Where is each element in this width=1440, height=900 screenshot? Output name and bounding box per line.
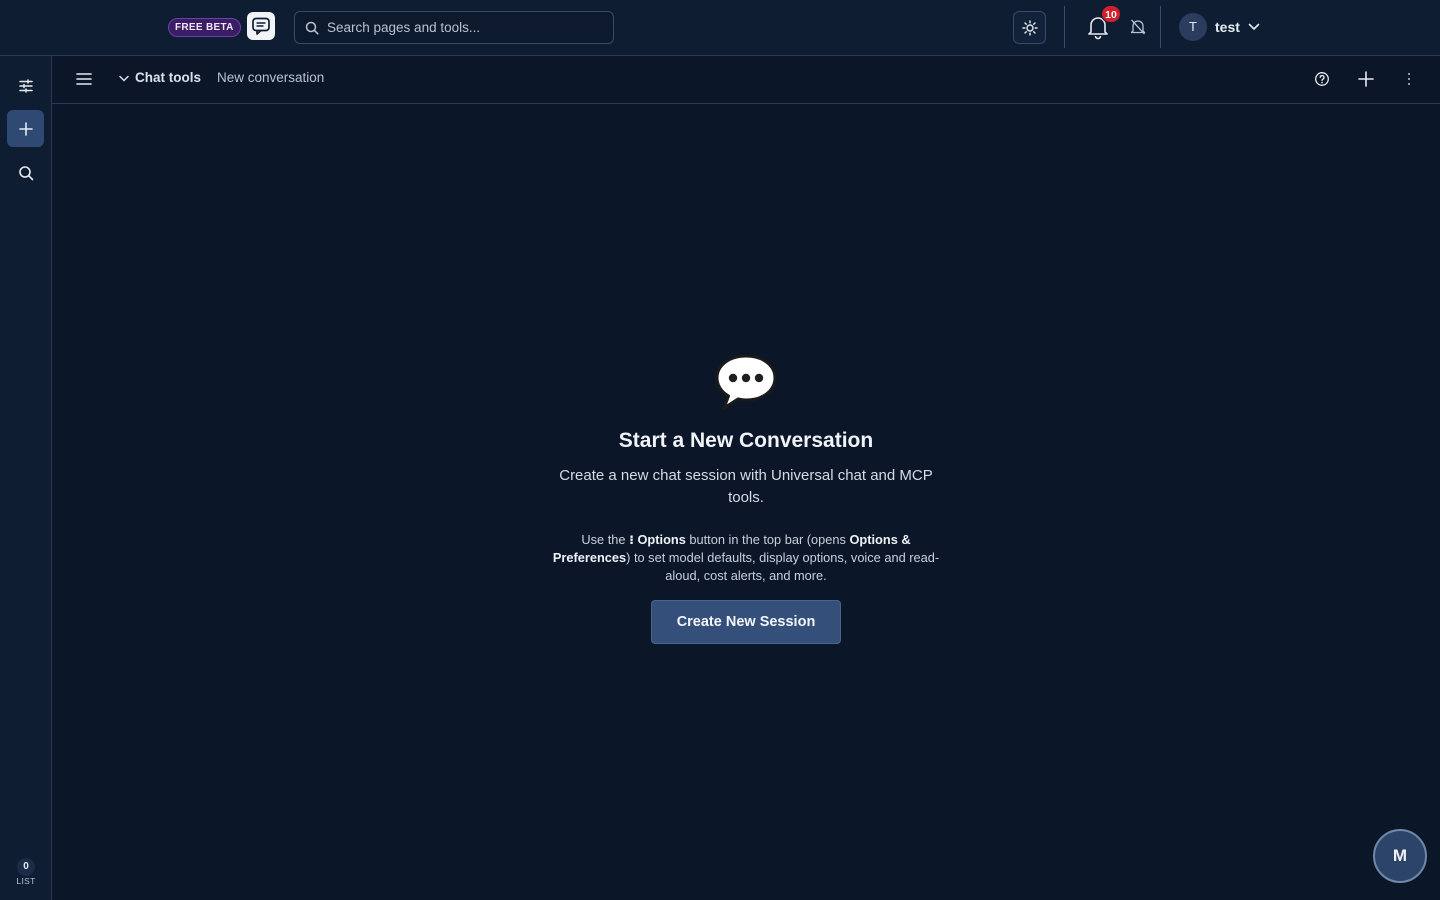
empty-state: Start a New Conversation Create a new ch… — [540, 352, 952, 644]
list-count: 0 — [17, 858, 35, 876]
chevron-down-icon — [1248, 23, 1260, 31]
empty-state-description: Create a new chat session with Universal… — [559, 467, 933, 506]
search-icon — [305, 21, 319, 35]
create-new-session-button[interactable]: Create New Session — [651, 600, 841, 644]
theme-toggle-button[interactable] — [1013, 11, 1046, 44]
list-indicator[interactable]: 0 LIST — [0, 856, 52, 886]
sun-icon — [1021, 19, 1038, 36]
breadcrumb-new-conversation: New conversation — [217, 70, 325, 85]
avatar: T — [1179, 13, 1207, 41]
divider — [1160, 6, 1161, 48]
divider — [1064, 6, 1065, 48]
list-label: LIST — [16, 876, 36, 886]
user-menu[interactable]: T test — [1179, 13, 1260, 41]
sub-header: Chat tools New conversation — [52, 56, 1440, 104]
new-chat-button[interactable] — [7, 110, 44, 147]
speech-bubble-icon — [715, 354, 777, 410]
floating-assistant-button[interactable]: M — [1373, 829, 1427, 883]
chat-logo-icon[interactable] — [247, 12, 275, 40]
empty-state-title: Start a New Conversation — [618, 429, 874, 452]
search-input[interactable] — [327, 20, 607, 35]
breadcrumb-chat-tools[interactable]: Chat tools — [135, 70, 201, 85]
hamburger-menu-icon[interactable] — [75, 70, 93, 88]
filter-lines-icon — [18, 78, 33, 93]
search-box[interactable] — [294, 11, 614, 44]
search-icon — [18, 165, 33, 180]
chevron-down-icon[interactable] — [119, 75, 129, 83]
free-beta-badge: FREE BETA — [168, 18, 241, 37]
plus-icon — [18, 121, 33, 136]
bell-off-icon[interactable] — [1130, 18, 1146, 36]
rail-search-button[interactable] — [7, 154, 44, 191]
more-options-icon[interactable] — [1402, 70, 1416, 88]
top-bar: FREE BETA 10 — [0, 0, 1440, 56]
empty-state-hint: Use the ⁝ Options button in the top bar … — [552, 532, 940, 583]
left-rail: 0 LIST — [0, 56, 52, 900]
plus-icon[interactable] — [1357, 70, 1375, 88]
help-icon[interactable] — [1314, 71, 1330, 87]
notification-count-badge: 10 — [1101, 5, 1121, 23]
user-name: test — [1215, 19, 1240, 35]
filter-button[interactable] — [7, 67, 44, 104]
